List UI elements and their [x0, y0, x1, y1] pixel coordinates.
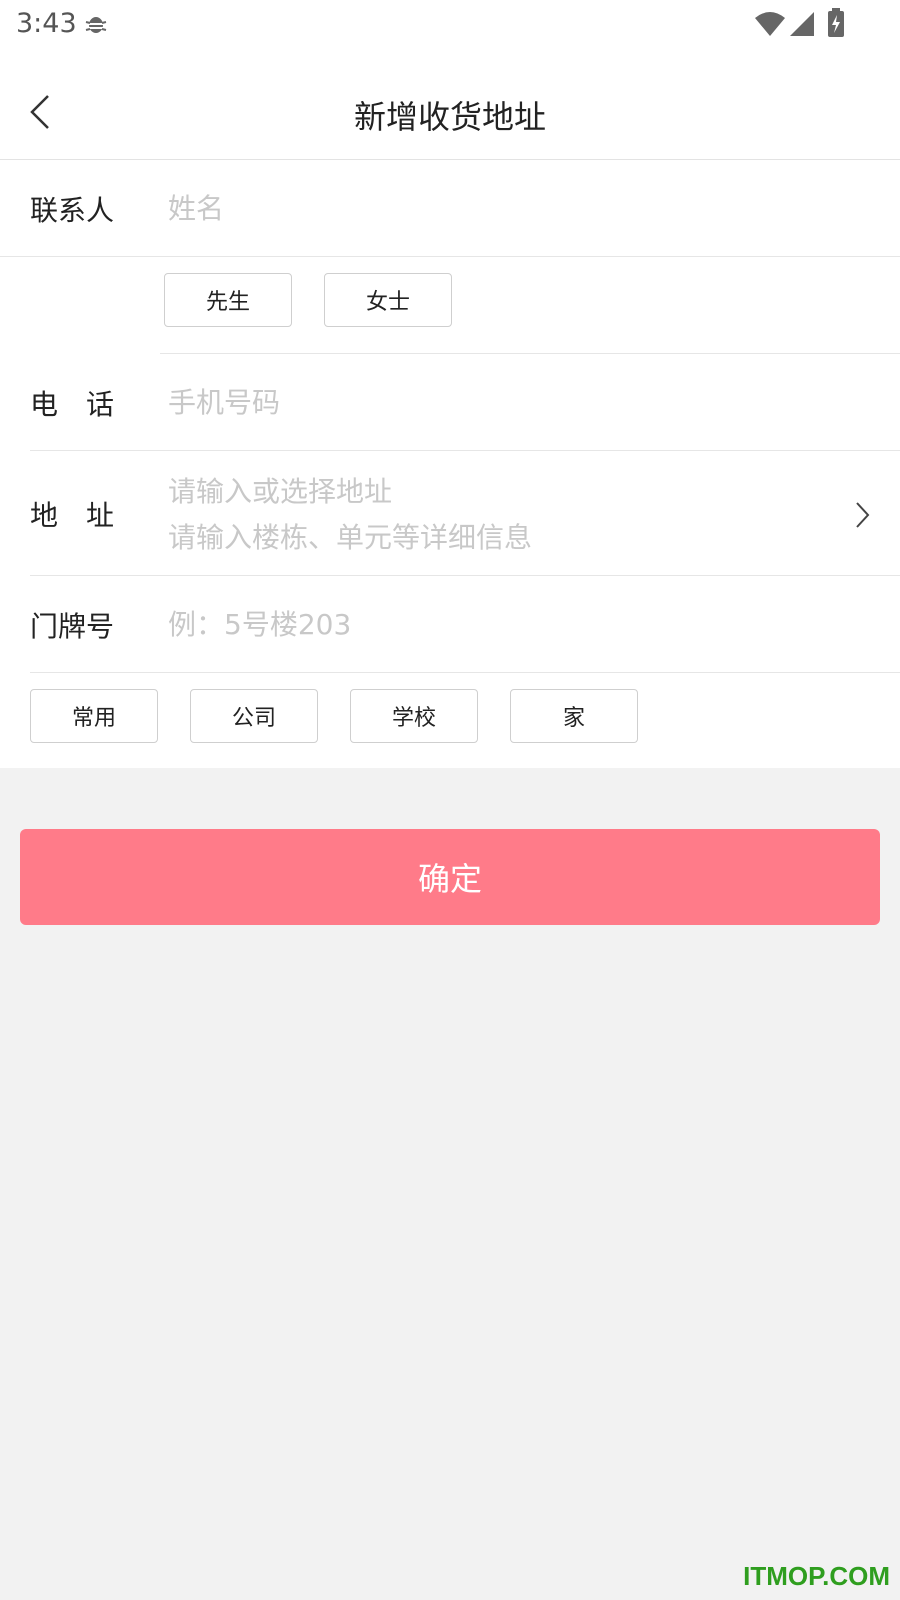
- gender-ms-button[interactable]: 女士: [324, 273, 452, 327]
- contact-label: 联系人: [30, 194, 115, 227]
- tag-company-button[interactable]: 公司: [190, 689, 318, 743]
- address-input[interactable]: [168, 471, 768, 511]
- watermark-logo: ITMOP.COM: [743, 1561, 890, 1591]
- status-time: 3:43: [16, 8, 77, 39]
- gender-mr-button[interactable]: 先生: [164, 273, 292, 327]
- page-title: 新增收货地址: [353, 98, 546, 136]
- tag-common-button[interactable]: 常用: [30, 689, 158, 743]
- tag-school-button[interactable]: 学校: [350, 689, 478, 743]
- phone-input[interactable]: [168, 382, 808, 422]
- door-number-input[interactable]: [168, 604, 808, 644]
- chevron-right-icon[interactable]: [854, 501, 870, 529]
- tag-home-button[interactable]: 家: [510, 689, 638, 743]
- contact-name-input[interactable]: [168, 188, 808, 228]
- door-number-label: 门牌号: [30, 610, 115, 643]
- wifi-icon: [755, 12, 785, 36]
- tag-row: 常用 公司 学校 家: [0, 673, 900, 768]
- address-label: 地 址: [30, 499, 115, 532]
- address-row[interactable]: 地 址: [0, 451, 900, 576]
- cell-signal-icon: [790, 12, 814, 36]
- phone-label: 电 话: [30, 388, 115, 421]
- bug-icon: [85, 17, 107, 33]
- gender-row: 先生 女士: [0, 257, 900, 354]
- phone-row: 电 话: [0, 354, 900, 451]
- door-number-row: 门牌号: [0, 576, 900, 673]
- battery-charging-icon: [828, 8, 844, 37]
- contact-row: 联系人: [0, 160, 900, 257]
- navigation-bar: 新增收货地址: [0, 56, 900, 160]
- address-detail-input[interactable]: [168, 517, 768, 557]
- confirm-button[interactable]: 确定: [20, 829, 880, 925]
- address-form: 联系人 先生 女士 电 话 地 址 门牌号 常用 公司 学校 家: [0, 160, 900, 768]
- status-bar: 3:43: [0, 0, 900, 56]
